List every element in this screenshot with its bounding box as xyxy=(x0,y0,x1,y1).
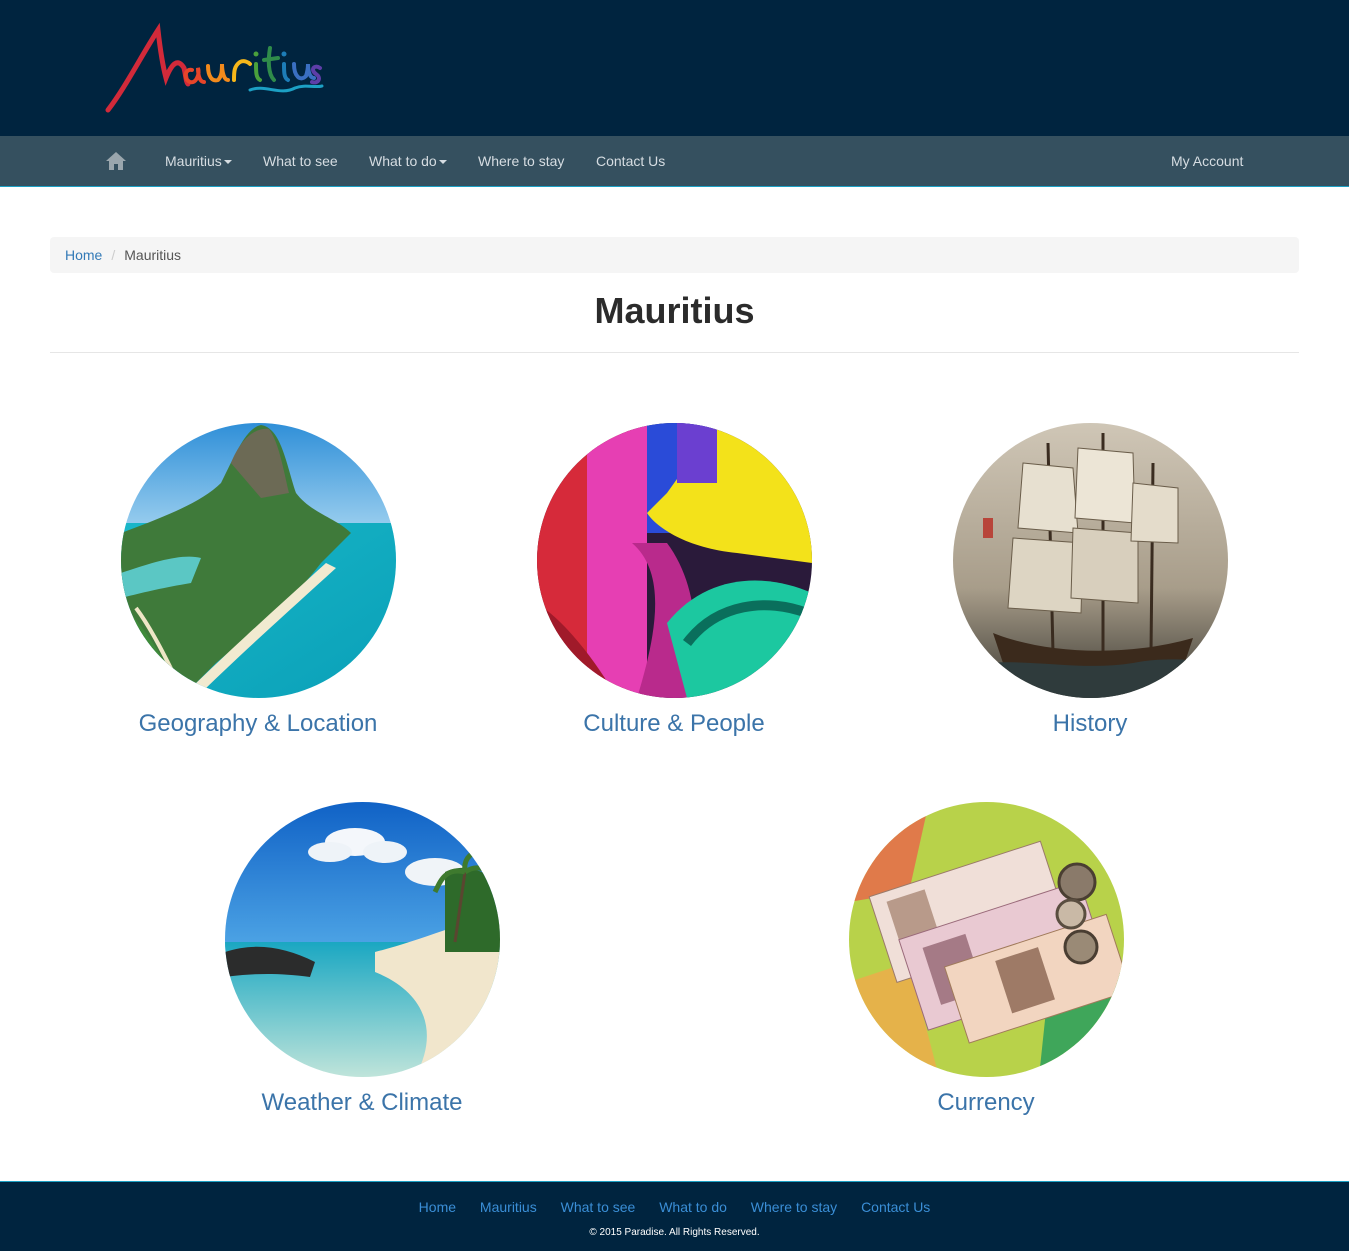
footer-link-where-to-stay[interactable]: Where to stay xyxy=(751,1199,837,1215)
nav-label: My Account xyxy=(1171,153,1244,169)
card-history[interactable]: History xyxy=(920,423,1260,738)
nav-item-what-to-see[interactable]: What to see xyxy=(263,136,338,186)
nav-item-where-to-stay[interactable]: Where to stay xyxy=(478,136,564,186)
nav-label: Where to stay xyxy=(478,153,565,169)
caret-down-icon xyxy=(223,160,232,165)
nav-item-what-to-do[interactable]: What to do xyxy=(369,136,447,186)
culture-image[interactable] xyxy=(536,423,812,698)
footer-link-home[interactable]: Home xyxy=(419,1199,456,1215)
footer-link-mauritius[interactable]: Mauritius xyxy=(480,1199,537,1215)
card-label[interactable]: Weather & Climate xyxy=(192,1089,532,1117)
site-header xyxy=(0,0,1349,136)
breadcrumb-current: Mauritius xyxy=(124,247,182,263)
card-label[interactable]: History xyxy=(920,710,1260,738)
nav-item-my-account[interactable]: My Account xyxy=(1171,136,1243,186)
nav-item-contact-us[interactable]: Contact Us xyxy=(596,136,665,186)
card-weather-climate[interactable]: Weather & Climate xyxy=(192,802,532,1117)
card-label[interactable]: Currency xyxy=(816,1089,1156,1117)
nav-label: What to do xyxy=(369,153,437,169)
copyright-text: © 2015 Paradise. All Rights Reserved. xyxy=(589,1227,760,1238)
card-label[interactable]: Geography & Location xyxy=(88,710,428,738)
card-geography-location[interactable]: Geography & Location xyxy=(88,423,428,738)
footer-link-what-to-see[interactable]: What to see xyxy=(561,1199,636,1215)
title-divider xyxy=(50,352,1299,353)
currency-image[interactable] xyxy=(848,802,1124,1077)
nav-label: Contact Us xyxy=(596,153,666,169)
geography-image[interactable] xyxy=(120,423,396,698)
card-currency[interactable]: Currency xyxy=(816,802,1156,1117)
footer-link-contact-us[interactable]: Contact Us xyxy=(861,1199,930,1215)
footer-links: Home Mauritius What to see What to do Wh… xyxy=(0,1199,1349,1215)
mauritius-logo[interactable] xyxy=(100,18,325,118)
nav-item-mauritius[interactable]: Mauritius xyxy=(165,136,232,186)
nav-label: Mauritius xyxy=(165,153,222,169)
caret-down-icon xyxy=(438,160,447,165)
footer-link-what-to-do[interactable]: What to do xyxy=(659,1199,727,1215)
site-footer: Home Mauritius What to see What to do Wh… xyxy=(0,1181,1349,1251)
history-image[interactable] xyxy=(952,423,1228,698)
breadcrumb-separator: / xyxy=(111,247,116,263)
breadcrumb-home-link[interactable]: Home xyxy=(65,247,102,263)
breadcrumb: Home / Mauritius xyxy=(50,237,1299,273)
nav-label: What to see xyxy=(263,153,338,169)
weather-image[interactable] xyxy=(224,802,500,1077)
page-title: Mauritius xyxy=(594,290,755,331)
main-navbar: Mauritius What to see What to do Where t… xyxy=(0,136,1349,187)
card-culture-people[interactable]: Culture & People xyxy=(504,423,844,738)
home-icon[interactable] xyxy=(105,151,127,171)
card-label[interactable]: Culture & People xyxy=(504,710,844,738)
